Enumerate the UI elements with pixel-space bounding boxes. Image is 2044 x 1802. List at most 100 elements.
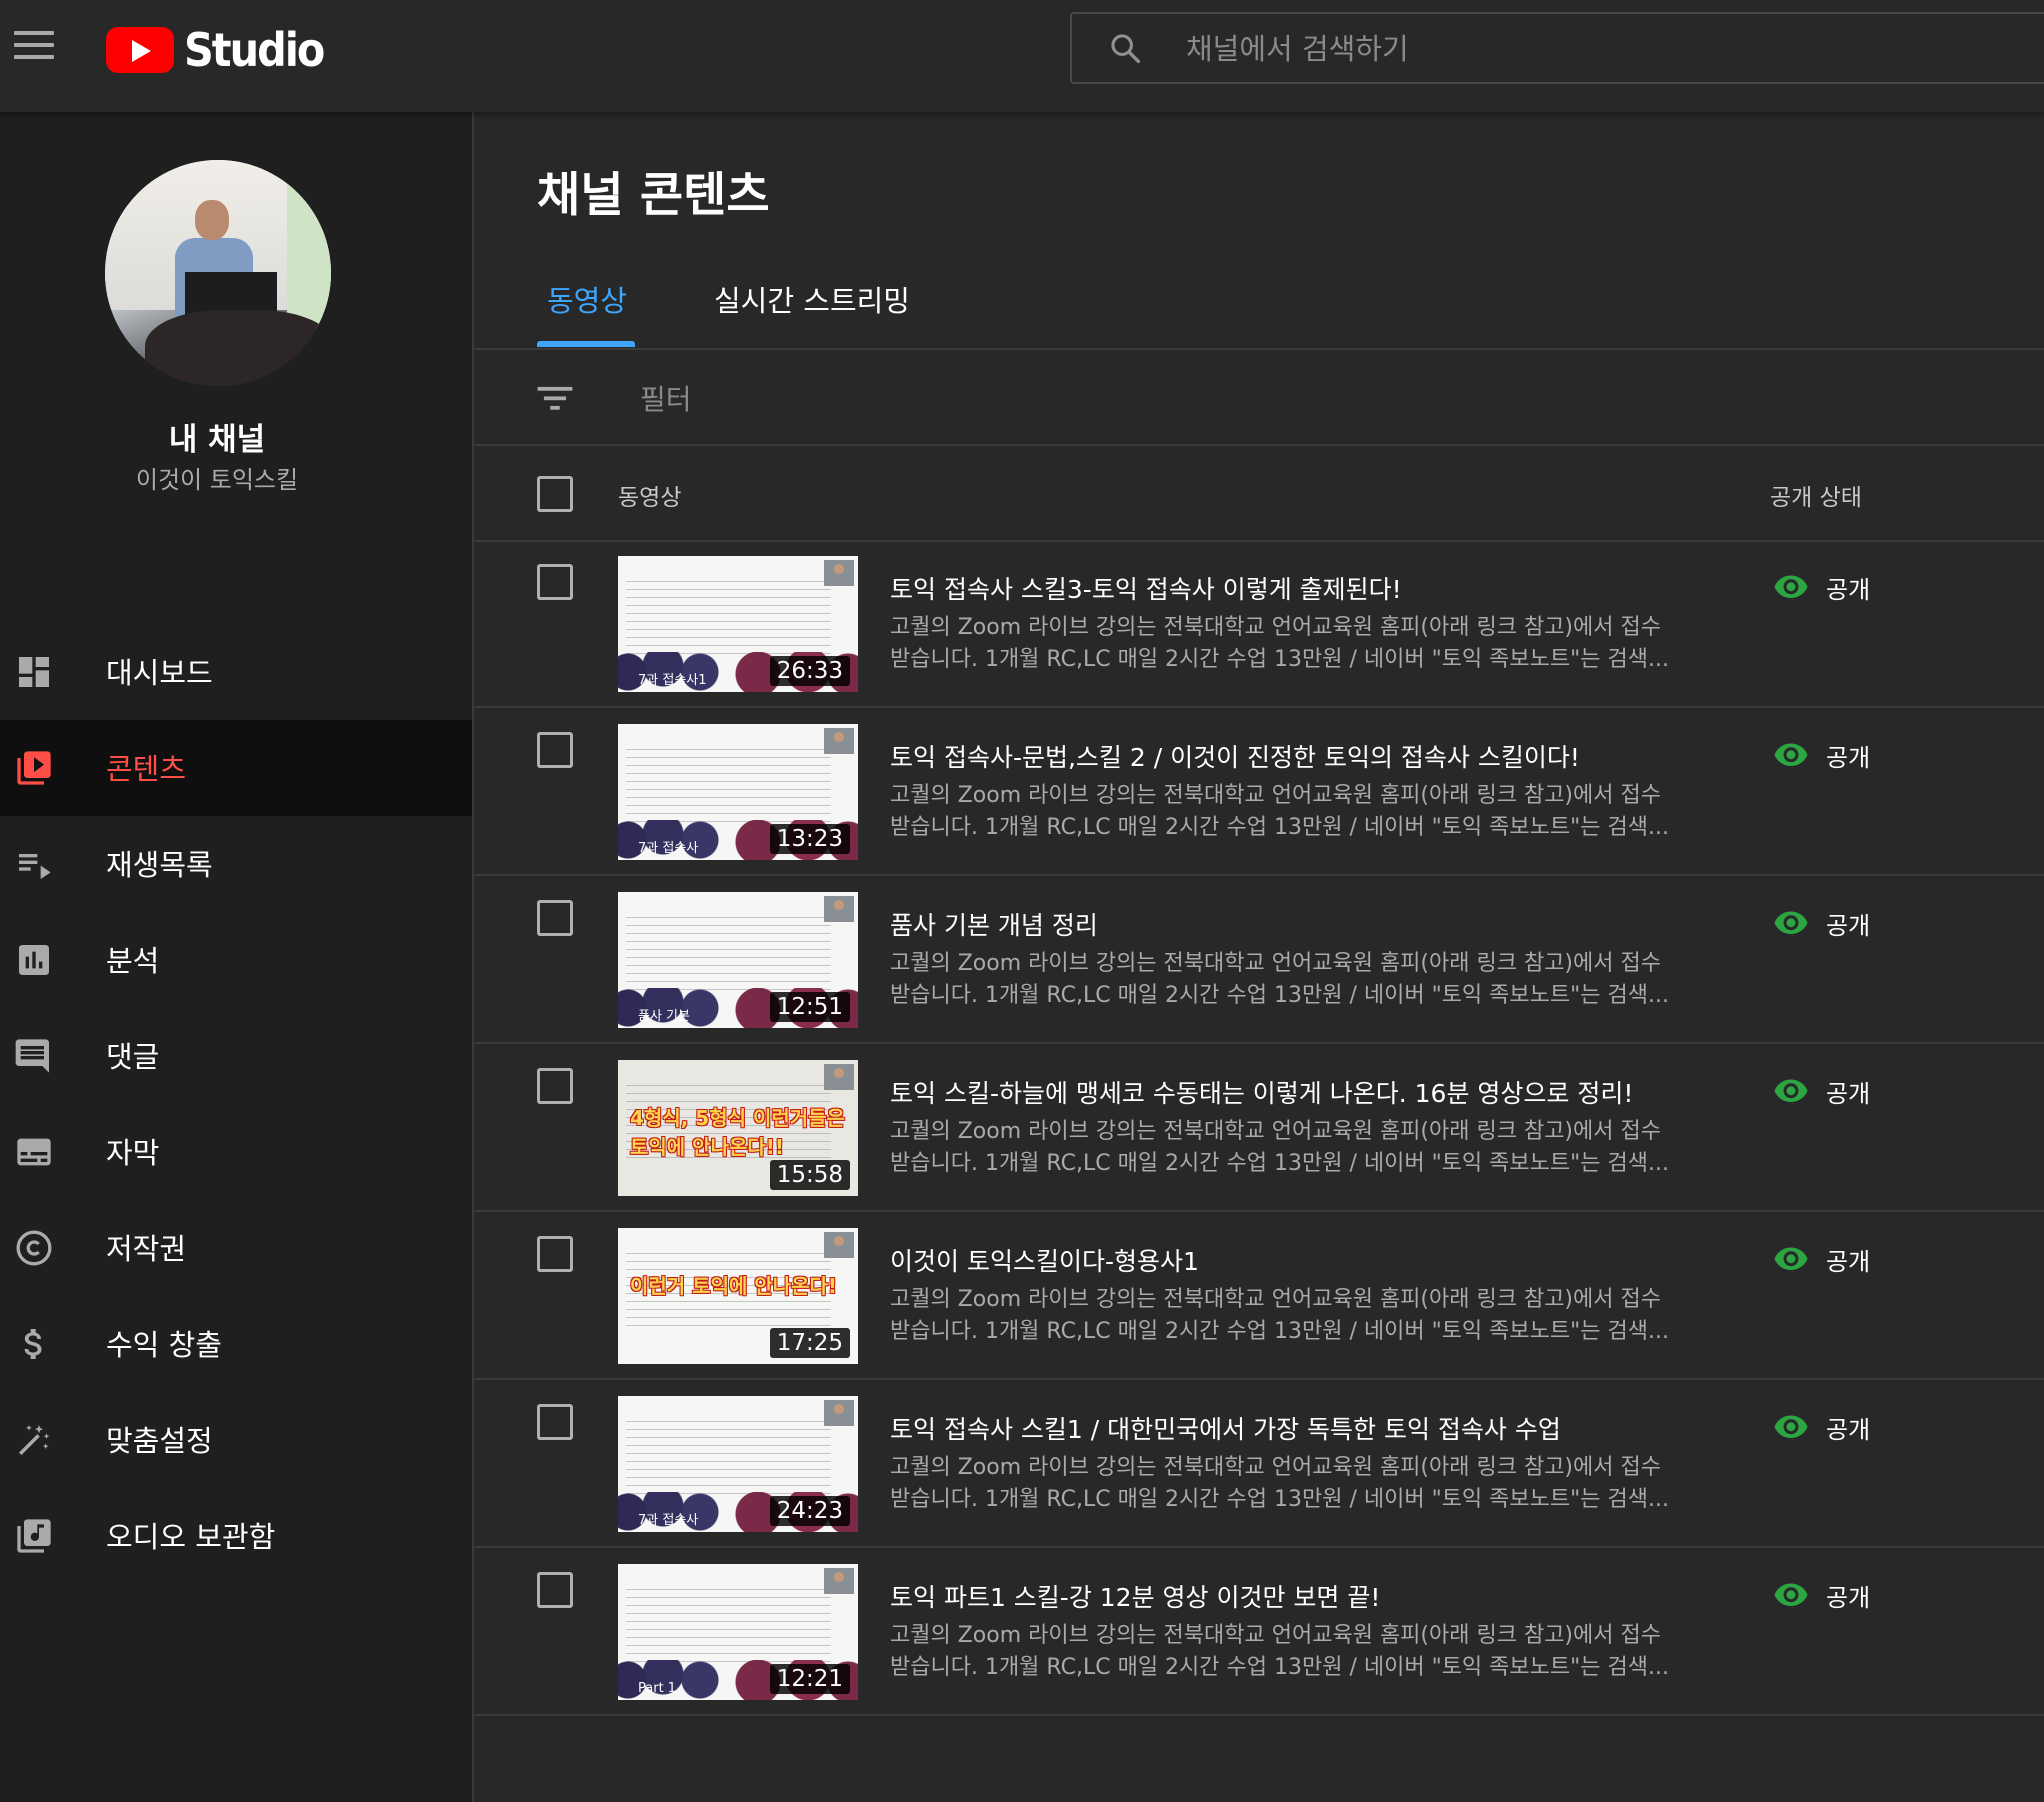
sidebar-item-label: 자막 xyxy=(106,1136,160,1170)
description-line: 받습니다. 1개월 RC,LC 매일 2시간 수업 13만원 / 네이버 "토익… xyxy=(890,983,1669,1008)
visibility-status[interactable]: 공개 xyxy=(1772,568,1882,604)
sidebar-item-monetization[interactable]: 수익 창출 xyxy=(0,1296,472,1392)
table-row[interactable]: 7과 접속사 24:23 토익 접속사 스킬1 / 대한민국에서 가장 독특한 … xyxy=(474,1380,2044,1548)
description-line: 받습니다. 1개월 RC,LC 매일 2시간 수업 13만원 / 네이버 "토익… xyxy=(890,1319,1669,1344)
sidebar-item-label: 분석 xyxy=(106,944,160,978)
video-title[interactable]: 토익 접속사 스킬3-토익 접속사 이렇게 출제된다! xyxy=(890,570,1750,606)
sidebar-item-content[interactable]: 콘텐츠 xyxy=(0,720,472,816)
content-icon xyxy=(17,751,51,785)
visibility-label: 공개 xyxy=(1826,744,1871,772)
tab-videos[interactable]: 동영상 xyxy=(547,278,627,320)
visibility-label: 공개 xyxy=(1826,1416,1871,1444)
video-title[interactable]: 이것이 토익스킬이다-형용사1 xyxy=(890,1242,1750,1278)
row-checkbox[interactable] xyxy=(537,732,573,768)
sidebar-item-customization[interactable]: 맞춤설정 xyxy=(0,1392,472,1488)
search-input[interactable] xyxy=(1184,24,2008,74)
table-header: 동영상 공개 상태 xyxy=(474,446,2044,542)
table-row[interactable]: 7과 접속사 13:23 토익 접속사-문법,스킬 2 / 이것이 진정한 토익… xyxy=(474,708,2044,876)
description-line: 고퀄의 Zoom 라이브 강의는 전북대학교 언어교육원 홈피(아래 링크 참고… xyxy=(890,1623,1661,1648)
filter-icon[interactable] xyxy=(536,382,574,414)
description-line: 받습니다. 1개월 RC,LC 매일 2시간 수업 13만원 / 네이버 "토익… xyxy=(890,647,1669,672)
sidebar-item-playlists[interactable]: 재생목록 xyxy=(0,816,472,912)
row-checkbox[interactable] xyxy=(537,1572,573,1608)
sidebar-item-label: 대시보드 xyxy=(106,656,213,690)
channel-avatar[interactable] xyxy=(105,160,331,386)
eye-icon xyxy=(1774,1079,1808,1102)
menu-icon[interactable] xyxy=(14,31,54,65)
visibility-status[interactable]: 공개 xyxy=(1772,1240,1882,1276)
tab-live-streaming[interactable]: 실시간 스트리밍 xyxy=(714,278,910,320)
thumbnail-caption: 품사 기본 xyxy=(638,1009,690,1024)
page-title: 채널 콘텐츠 xyxy=(537,168,770,223)
video-thumbnail[interactable]: 7과 접속사 24:23 xyxy=(618,1396,858,1532)
sidebar-item-dashboard[interactable]: 대시보드 xyxy=(0,624,472,720)
content-tabs: 동영상 실시간 스트리밍 xyxy=(474,260,2044,350)
visibility-status[interactable]: 공개 xyxy=(1772,1576,1882,1612)
table-row[interactable]: 이런거 토익에 안나온다! 17:25 이것이 토익스킬이다-형용사1 고퀄의 … xyxy=(474,1212,2044,1380)
thumbnail-headline: 4형식, 5형식 이런거들은 토익에 안나온다!! xyxy=(630,1106,845,1159)
my-channel-label: 내 채널 xyxy=(168,422,266,458)
playlist-icon xyxy=(19,854,51,879)
sidebar-item-subtitles[interactable]: 자막 xyxy=(0,1104,472,1200)
table-row[interactable]: 4형식, 5형식 이런거들은 토익에 안나온다!! 15:58 토익 스킬-하늘… xyxy=(474,1044,2044,1212)
video-title[interactable]: 토익 파트1 스킬-강 12분 영상 이것만 보면 끝! xyxy=(890,1578,1750,1614)
video-title[interactable]: 품사 기본 개념 정리 xyxy=(890,906,1750,942)
video-title[interactable]: 토익 스킬-하늘에 맹세코 수동태는 이렇게 나온다. 16분 영상으로 정리! xyxy=(890,1074,1750,1110)
column-header-video[interactable]: 동영상 xyxy=(618,478,681,512)
duration-badge: 15:58 xyxy=(769,1160,850,1190)
row-checkbox[interactable] xyxy=(537,1068,573,1104)
filter-input[interactable]: 필터 xyxy=(640,378,692,418)
sidebar-item-label: 콘텐츠 xyxy=(106,752,187,786)
sidebar-item-copyright[interactable]: 저작권 xyxy=(0,1200,472,1296)
visibility-status[interactable]: 공개 xyxy=(1772,904,1882,940)
select-all-checkbox[interactable] xyxy=(537,476,573,512)
duration-badge: 17:25 xyxy=(769,1328,850,1358)
video-description: 고퀄의 Zoom 라이브 강의는 전북대학교 언어교육원 홈피(아래 링크 참고… xyxy=(890,948,1710,1012)
duration-badge: 13:23 xyxy=(769,824,850,854)
visibility-label: 공개 xyxy=(1826,1584,1871,1612)
table-row[interactable]: 품사 기본 12:51 품사 기본 개념 정리 고퀄의 Zoom 라이브 강의는… xyxy=(474,876,2044,1044)
row-checkbox[interactable] xyxy=(537,1236,573,1272)
video-thumbnail[interactable]: 7과 접속사1 26:33 xyxy=(618,556,858,692)
table-row[interactable]: 7과 접속사1 26:33 토익 접속사 스킬3-토익 접속사 이렇게 출제된다… xyxy=(474,540,2044,708)
video-title[interactable]: 토익 접속사 스킬1 / 대한민국에서 가장 독특한 토익 접속사 수업 xyxy=(890,1410,1750,1446)
thumbnail-caption: 7과 접속사1 xyxy=(638,673,707,688)
sidebar-item-label: 저작권 xyxy=(106,1232,187,1266)
sidebar-item-label: 재생목록 xyxy=(106,848,213,882)
video-thumbnail[interactable]: 이런거 토익에 안나온다! 17:25 xyxy=(618,1228,858,1364)
description-line: 고퀄의 Zoom 라이브 강의는 전북대학교 언어교육원 홈피(아래 링크 참고… xyxy=(890,783,1661,808)
video-title[interactable]: 토익 접속사-문법,스킬 2 / 이것이 진정한 토익의 접속사 스킬이다! xyxy=(890,738,1750,774)
studio-logo[interactable]: Studio xyxy=(106,23,325,77)
video-thumbnail[interactable]: 품사 기본 12:51 xyxy=(618,892,858,1028)
description-line: 받습니다. 1개월 RC,LC 매일 2시간 수업 13만원 / 네이버 "토익… xyxy=(890,1655,1669,1680)
search-box[interactable] xyxy=(1070,12,2044,84)
filter-bar[interactable]: 필터 xyxy=(474,350,2044,446)
sidebar-item-label: 댓글 xyxy=(106,1040,160,1074)
sidebar-item-comments[interactable]: 댓글 xyxy=(0,1008,472,1104)
duration-badge: 12:51 xyxy=(769,992,850,1022)
video-thumbnail[interactable]: 4형식, 5형식 이런거들은 토익에 안나온다!! 15:58 xyxy=(618,1060,858,1196)
sidebar-item-audio-library[interactable]: 오디오 보관함 xyxy=(0,1488,472,1584)
table-row[interactable]: Part 1 12:21 토익 파트1 스킬-강 12분 영상 이것만 보면 끝… xyxy=(474,1548,2044,1716)
sidebar-item-analytics[interactable]: 분석 xyxy=(0,912,472,1008)
visibility-label: 공개 xyxy=(1826,576,1871,604)
row-checkbox[interactable] xyxy=(537,1404,573,1440)
thumbnail-headline: 이런거 토익에 안나온다! xyxy=(630,1274,838,1298)
visibility-status[interactable]: 공개 xyxy=(1772,1408,1882,1444)
studio-logo-text: Studio xyxy=(184,23,325,77)
video-list: 7과 접속사1 26:33 토익 접속사 스킬3-토익 접속사 이렇게 출제된다… xyxy=(474,540,2044,1716)
video-thumbnail[interactable]: 7과 접속사 13:23 xyxy=(618,724,858,860)
subtitles-icon xyxy=(17,1138,51,1166)
video-description: 고퀄의 Zoom 라이브 강의는 전북대학교 언어교육원 홈피(아래 링크 참고… xyxy=(890,612,1710,676)
row-checkbox[interactable] xyxy=(537,900,573,936)
sidebar-item-label: 수익 창출 xyxy=(106,1328,222,1362)
search-icon[interactable] xyxy=(1108,31,1142,65)
description-line: 받습니다. 1개월 RC,LC 매일 2시간 수업 13만원 / 네이버 "토익… xyxy=(890,815,1669,840)
video-thumbnail[interactable]: Part 1 12:21 xyxy=(618,1564,858,1700)
copyright-icon xyxy=(16,1230,52,1266)
visibility-status[interactable]: 공개 xyxy=(1772,736,1882,772)
video-description: 고퀄의 Zoom 라이브 강의는 전북대학교 언어교육원 홈피(아래 링크 참고… xyxy=(890,1620,1710,1684)
row-checkbox[interactable] xyxy=(537,564,573,600)
column-header-visibility[interactable]: 공개 상태 xyxy=(1770,478,1862,512)
visibility-status[interactable]: 공개 xyxy=(1772,1072,1882,1108)
